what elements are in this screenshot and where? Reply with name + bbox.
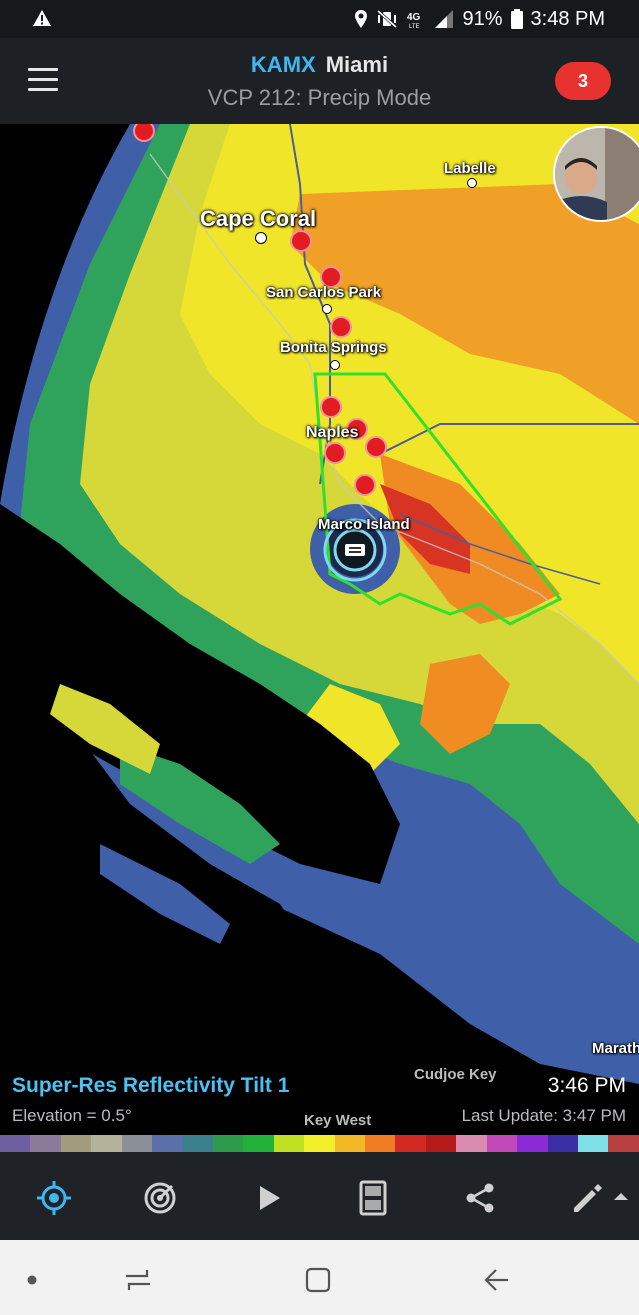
color-scale-swatch	[365, 1135, 396, 1152]
color-scale-swatch	[304, 1135, 335, 1152]
home-icon	[305, 1267, 331, 1293]
status-bar: 4G LTE 91% 3:48 PM	[0, 0, 639, 38]
nav-dot-button[interactable]	[12, 1260, 52, 1300]
station-id: KAMX	[250, 52, 316, 77]
home-button[interactable]	[298, 1260, 338, 1300]
label-san-carlos-park: San Carlos Park	[266, 284, 382, 301]
system-nav-bar	[0, 1240, 639, 1315]
color-scale-swatch	[395, 1135, 426, 1152]
recents-button[interactable]	[118, 1260, 158, 1300]
report-marker[interactable]	[354, 474, 376, 496]
signal-icon	[435, 10, 454, 28]
vcp-mode: VCP 212: Precip Mode	[207, 85, 432, 110]
user-avatar[interactable]	[553, 126, 639, 222]
city-dot	[322, 304, 332, 314]
radar-map[interactable]: Labelle Cape Coral San Carlos Park Bonit…	[0, 124, 639, 1136]
label-bonita-springs: Bonita Springs	[280, 339, 387, 356]
product-name[interactable]: Super-Res Reflectivity Tilt 1	[12, 1074, 289, 1098]
back-button[interactable]	[476, 1260, 516, 1300]
reflectivity-color-scale	[0, 1135, 639, 1152]
color-scale-swatch	[273, 1135, 305, 1152]
dot-icon	[27, 1275, 37, 1285]
city-dot	[255, 232, 267, 244]
bottom-toolbar	[0, 1152, 639, 1240]
color-scale-swatch	[0, 1135, 31, 1152]
battery-percent: 91%	[462, 7, 503, 30]
color-scale-swatch	[578, 1135, 609, 1152]
clock: 3:48 PM	[530, 7, 605, 30]
alert-count-badge[interactable]: 3	[555, 62, 611, 100]
label-marco-island: Marco Island	[318, 516, 410, 533]
scan-time: 3:46 PM	[547, 1074, 626, 1097]
color-scale-swatch	[486, 1135, 518, 1152]
label-marathon: Marath	[592, 1040, 639, 1057]
report-marker[interactable]	[365, 436, 387, 458]
mute-vibrate-icon	[377, 9, 398, 29]
layers-icon	[359, 1180, 387, 1216]
site-title[interactable]: KAMX Miami	[0, 52, 639, 78]
color-scale-swatch	[334, 1135, 366, 1152]
report-marker[interactable]	[320, 396, 342, 418]
svg-text:LTE: LTE	[409, 24, 420, 29]
app-header: KAMX Miami VCP 212: Precip Mode 3	[0, 38, 639, 124]
color-scale-swatch	[152, 1135, 183, 1152]
report-marker[interactable]	[330, 316, 352, 338]
avatar-image	[555, 128, 639, 220]
play-button[interactable]	[248, 1178, 288, 1218]
warning-icon	[33, 10, 51, 26]
share-button[interactable]	[460, 1178, 500, 1218]
location-icon	[355, 10, 368, 28]
color-scale-swatch	[212, 1135, 244, 1152]
edit-icon	[574, 1184, 628, 1212]
edit-button[interactable]	[566, 1178, 630, 1218]
color-scale-swatch	[456, 1135, 487, 1152]
station-city: Miami	[325, 52, 389, 77]
locate-icon	[37, 1181, 71, 1215]
status-icons: 4G LTE 91% 3:48 PM	[354, 0, 605, 38]
share-icon	[466, 1183, 494, 1213]
color-scale-swatch	[30, 1135, 61, 1152]
color-scale-swatch	[121, 1135, 153, 1152]
city-dot	[467, 178, 477, 188]
report-marker[interactable]	[324, 442, 346, 464]
label-naples: Naples	[306, 424, 359, 441]
layers-button[interactable]	[353, 1178, 393, 1218]
label-labelle: Labelle	[444, 160, 496, 177]
color-scale-swatch	[182, 1135, 213, 1152]
svg-text:4G: 4G	[407, 12, 421, 23]
recents-icon	[126, 1270, 150, 1290]
color-scale-swatch	[517, 1135, 548, 1152]
color-scale-swatch	[547, 1135, 579, 1152]
elevation-text: Elevation = 0.5°	[12, 1106, 132, 1125]
radar-sweep-button[interactable]	[140, 1178, 180, 1218]
color-scale-swatch	[608, 1135, 639, 1152]
radar-sweep-icon	[144, 1182, 176, 1214]
play-icon	[260, 1186, 280, 1210]
battery-icon	[510, 9, 523, 29]
product-info: Super-Res Reflectivity Tilt 1 Elevation …	[0, 1062, 639, 1136]
report-marker[interactable]	[290, 230, 312, 252]
back-icon	[484, 1269, 508, 1291]
4g-lte-icon: 4GLTE	[407, 12, 421, 29]
last-update: Last Update: 3:47 PM	[461, 1106, 626, 1125]
color-scale-swatch	[425, 1135, 457, 1152]
color-scale-swatch	[91, 1135, 122, 1152]
city-dot	[330, 360, 340, 370]
color-scale-swatch	[243, 1135, 274, 1152]
color-scale-swatch	[60, 1135, 92, 1152]
locate-button[interactable]	[34, 1178, 74, 1218]
label-cape-coral: Cape Coral	[200, 206, 317, 231]
